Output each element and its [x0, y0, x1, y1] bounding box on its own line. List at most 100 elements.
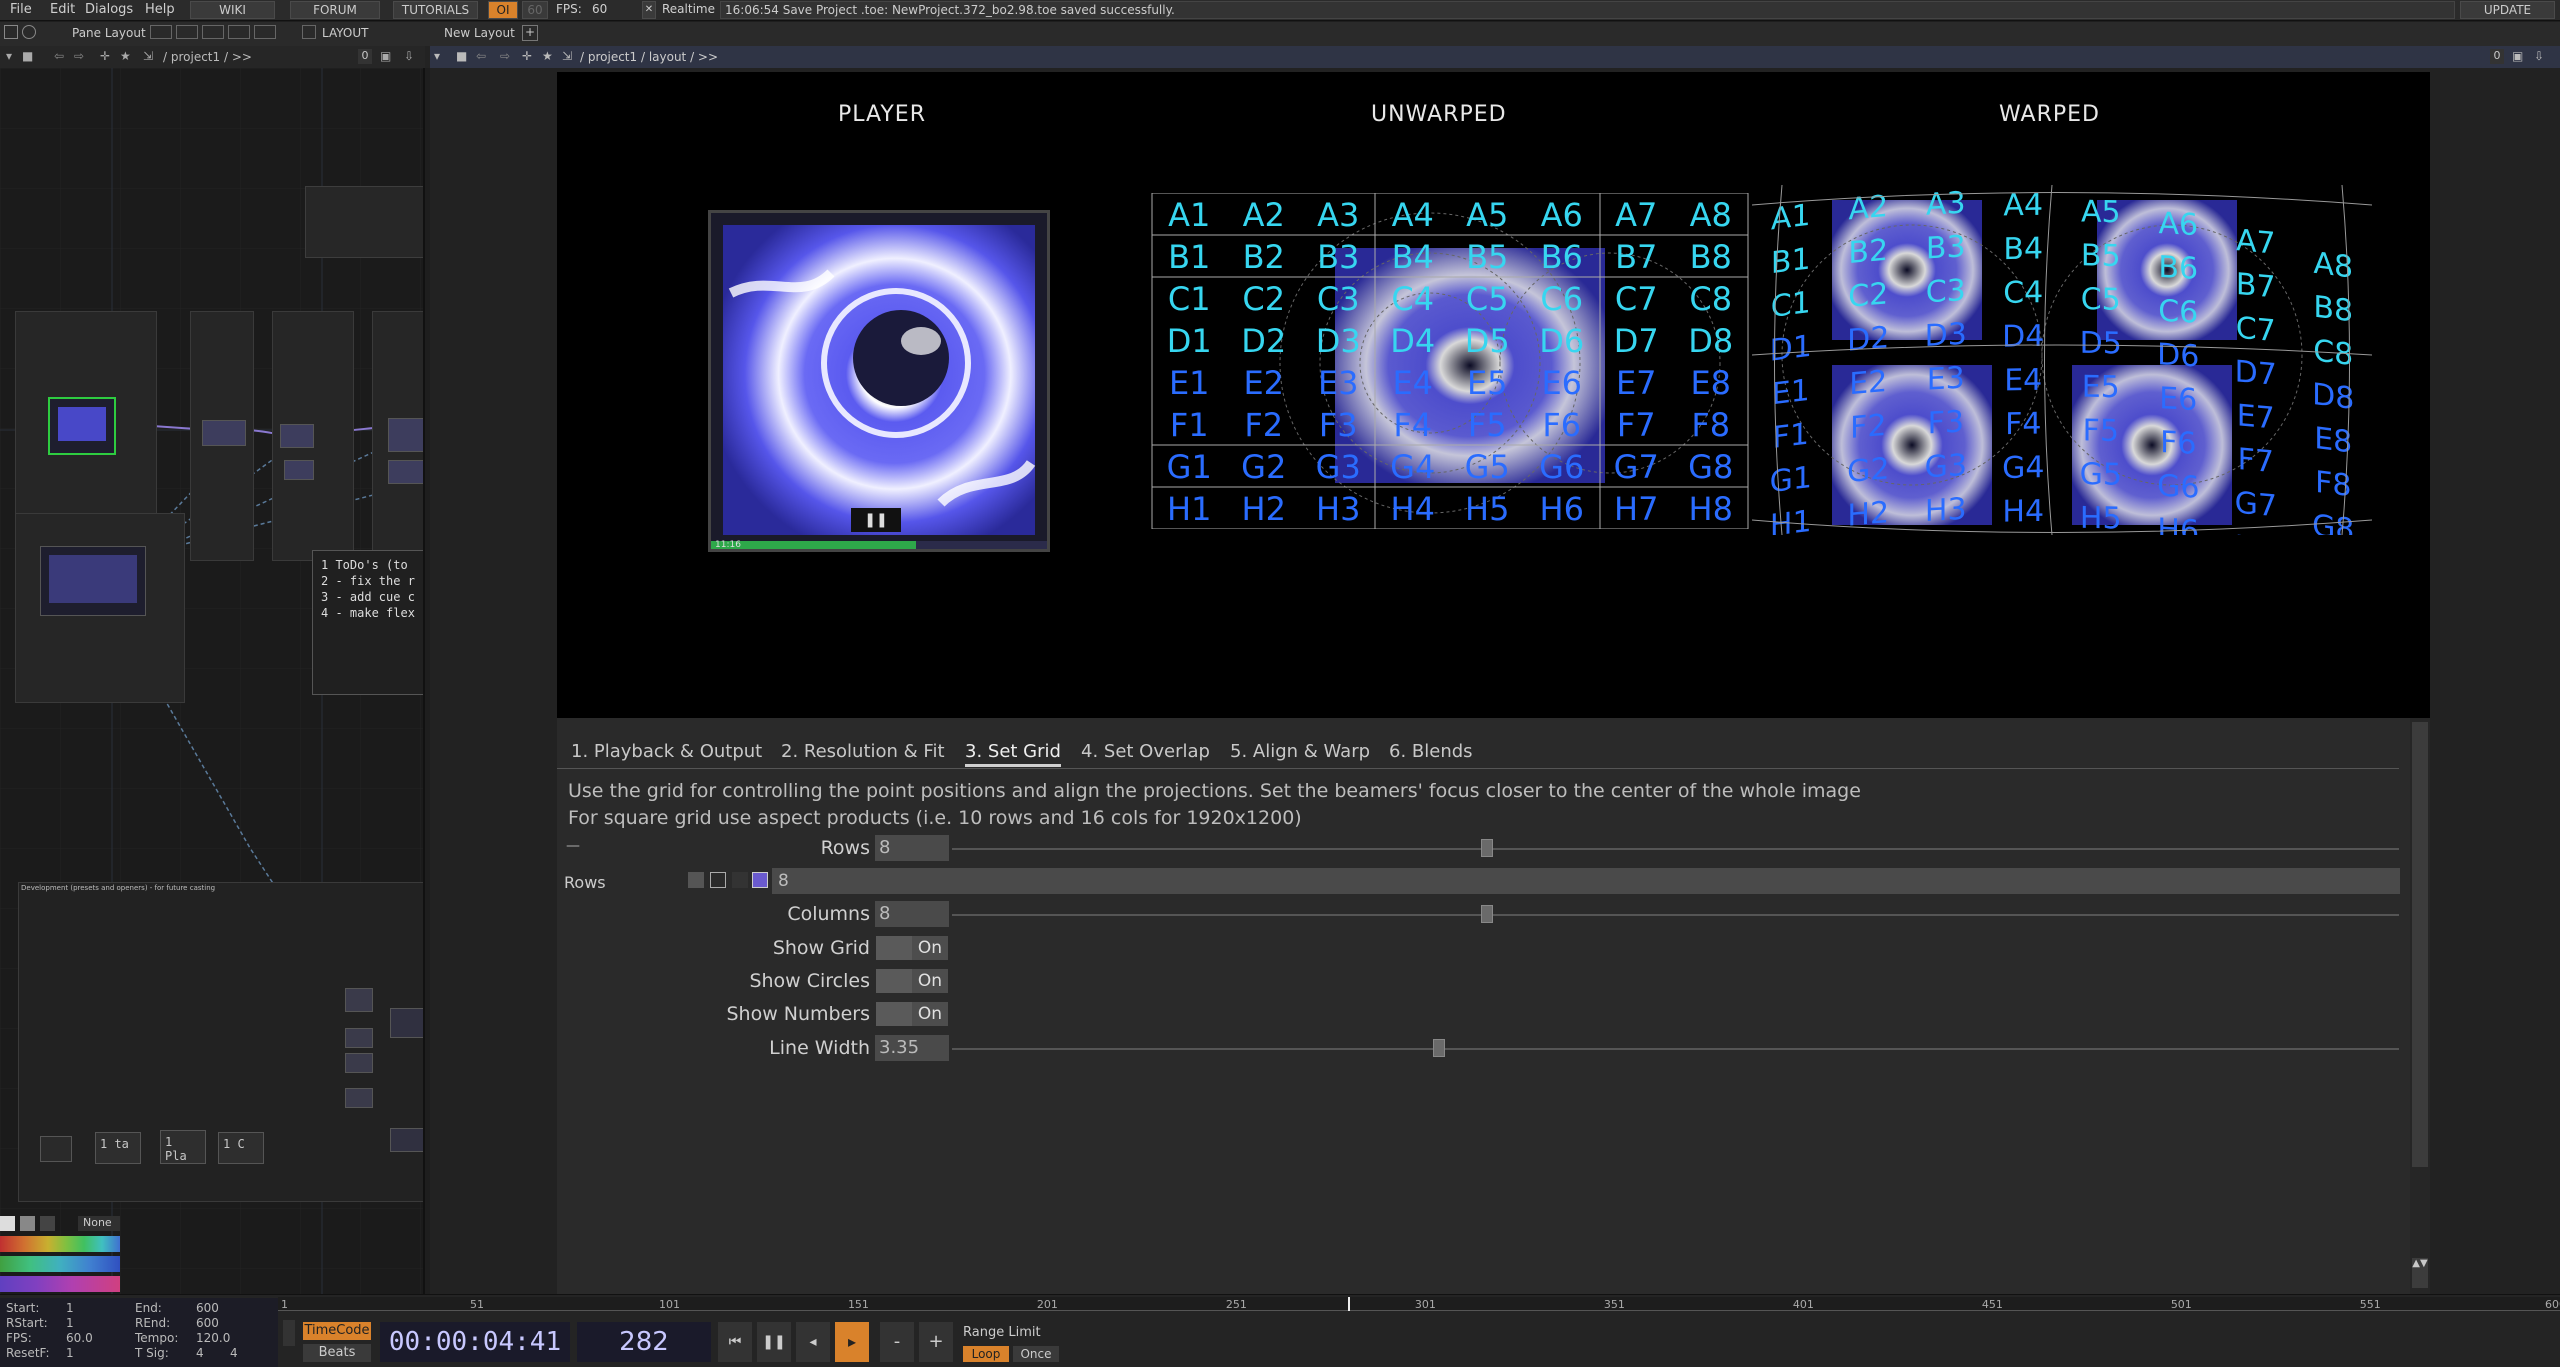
expression-icon[interactable]	[752, 872, 768, 888]
loop-button[interactable]: Loop	[963, 1346, 1009, 1362]
forward-icon[interactable]: ⇨	[500, 49, 510, 63]
op-node[interactable]	[345, 1028, 373, 1048]
link-icon[interactable]: ⇲	[562, 49, 572, 63]
line-width-slider[interactable]	[952, 1048, 2399, 1050]
link-icon[interactable]: ⇲	[143, 49, 153, 63]
line-width-field[interactable]: 3.35	[875, 1035, 949, 1061]
rows-expression-field[interactable]: 8	[772, 868, 2400, 894]
pause-icon[interactable]: ❚❚	[851, 508, 901, 532]
tsig-b[interactable]: 4	[230, 1346, 238, 1360]
network-editor[interactable]: 1 ToDo's (to 2 - fix the r 3 - add cue c…	[0, 68, 425, 1294]
update-button[interactable]: UPDATE	[2460, 1, 2555, 19]
rend-value[interactable]: 600	[196, 1316, 219, 1330]
left-path-num[interactable]: 0	[358, 49, 372, 64]
window-icon[interactable]: ▣	[2512, 49, 2523, 63]
home-icon[interactable]	[4, 25, 18, 39]
todo-text-node[interactable]: 1 ToDo's (to 2 - fix the r 3 - add cue c…	[312, 550, 423, 695]
tab-resolution-fit[interactable]: 2. Resolution & Fit	[781, 741, 945, 762]
op-node[interactable]	[202, 420, 246, 446]
beats-button[interactable]: Beats	[303, 1344, 371, 1362]
right-path-num[interactable]: 0	[2490, 49, 2504, 64]
op-node[interactable]	[284, 460, 314, 480]
mini-node[interactable]	[40, 1136, 72, 1162]
layout-toggle-icon[interactable]	[302, 25, 316, 39]
mini-node[interactable]: 1 ta	[95, 1132, 141, 1164]
tempo-value[interactable]: 120.0	[196, 1331, 230, 1345]
tab-align-warp[interactable]: 5. Align & Warp	[1230, 741, 1370, 762]
forward-icon[interactable]: ⇨	[74, 49, 84, 63]
window-icon[interactable]: ▣	[380, 49, 391, 63]
timecode-toggle-icon[interactable]	[283, 1320, 295, 1346]
layout-node[interactable]	[40, 546, 146, 616]
add-layout-button[interactable]: +	[522, 25, 538, 41]
show-grid-toggle[interactable]: On	[876, 936, 948, 960]
rows-field[interactable]: 8	[875, 835, 949, 861]
square-dark-icon[interactable]	[732, 872, 748, 888]
player-progress[interactable]	[711, 541, 1047, 549]
layout-name[interactable]: LAYOUT	[322, 26, 368, 40]
layout-hsplit-icon[interactable]	[202, 25, 224, 39]
speed-plus-button[interactable]: +	[919, 1322, 953, 1362]
new-layout-button[interactable]: New Layout	[444, 26, 515, 40]
layout-single-icon[interactable]	[150, 25, 172, 39]
menu-edit[interactable]: Edit	[50, 2, 75, 17]
timecode-button[interactable]: TimeCode	[303, 1322, 371, 1340]
columns-slider[interactable]	[952, 914, 2399, 916]
tab-set-overlap[interactable]: 4. Set Overlap	[1081, 741, 1210, 762]
play-icon[interactable]: ▸	[835, 1322, 869, 1362]
chevron-down-icon[interactable]: ▾	[6, 49, 12, 63]
tutorials-button[interactable]: TUTORIALS	[393, 1, 478, 19]
tab-playback-output[interactable]: 1. Playback & Output	[571, 741, 762, 762]
square-icon[interactable]: ■	[22, 49, 33, 63]
comment-node[interactable]	[305, 186, 423, 258]
pin-icon[interactable]: ⇩	[404, 49, 414, 63]
left-path[interactable]: / project1 / >>	[163, 50, 252, 64]
layout-quad-icon[interactable]	[228, 25, 250, 39]
op-node[interactable]	[388, 460, 423, 484]
swatch[interactable]	[40, 1216, 55, 1231]
chevron-down-icon[interactable]: ▾	[434, 49, 440, 63]
tab-blends[interactable]: 6. Blends	[1389, 741, 1473, 762]
op-node[interactable]	[390, 1008, 423, 1038]
line-width-slider-knob[interactable]	[1433, 1039, 1445, 1057]
menu-help[interactable]: Help	[145, 2, 175, 17]
layout-split-icon[interactable]	[176, 25, 198, 39]
rows-slider-knob[interactable]	[1481, 839, 1493, 857]
tsig-a[interactable]: 4	[196, 1346, 204, 1360]
star-icon[interactable]: ★	[120, 49, 131, 63]
frame-display[interactable]: 282	[577, 1322, 711, 1362]
menu-file[interactable]: File	[10, 2, 32, 17]
tab-set-grid[interactable]: 3. Set Grid	[965, 741, 1061, 767]
columns-field[interactable]: 8	[875, 901, 949, 927]
once-button[interactable]: Once	[1013, 1346, 1059, 1362]
op-node[interactable]	[345, 1053, 373, 1073]
timecode-display[interactable]: 00:00:04:41	[380, 1322, 570, 1362]
start-value[interactable]: 1	[66, 1301, 74, 1315]
rows-slider[interactable]	[952, 848, 2399, 850]
op-node[interactable]	[390, 1128, 423, 1152]
square-filled-icon[interactable]	[688, 872, 704, 888]
selected-player-node[interactable]	[48, 397, 116, 455]
skip-start-icon[interactable]: ⏮	[718, 1322, 752, 1362]
show-circles-toggle[interactable]: On	[876, 969, 948, 993]
mini-node[interactable]: 1 C	[218, 1132, 264, 1164]
swatch-row[interactable]	[0, 1256, 120, 1272]
step-back-icon[interactable]: ◂	[796, 1322, 830, 1362]
realtime-checkbox[interactable]: ✕	[642, 1, 656, 19]
square-outline-icon[interactable]	[710, 872, 726, 888]
resetf-value[interactable]: 1	[66, 1346, 74, 1360]
end-value[interactable]: 600	[196, 1301, 219, 1315]
op-node[interactable]	[388, 418, 423, 452]
swatch[interactable]	[20, 1216, 35, 1231]
swatch-row[interactable]	[0, 1236, 120, 1252]
scroll-arrows-icon[interactable]: ▲▼	[2412, 1258, 2428, 1288]
back-icon[interactable]: ⇦	[54, 49, 64, 63]
collapse-dash[interactable]: —	[566, 838, 580, 854]
speed-minus-button[interactable]: -	[880, 1322, 914, 1362]
plus-icon[interactable]: ✛	[522, 49, 532, 63]
pause-icon[interactable]: ❚❚	[757, 1322, 791, 1362]
rstart-value[interactable]: 1	[66, 1316, 74, 1330]
mini-node[interactable]: 1 Pla	[160, 1130, 206, 1164]
fps-value[interactable]: 60.0	[66, 1331, 93, 1345]
scrollbar[interactable]: ▲▼	[2410, 718, 2430, 1294]
